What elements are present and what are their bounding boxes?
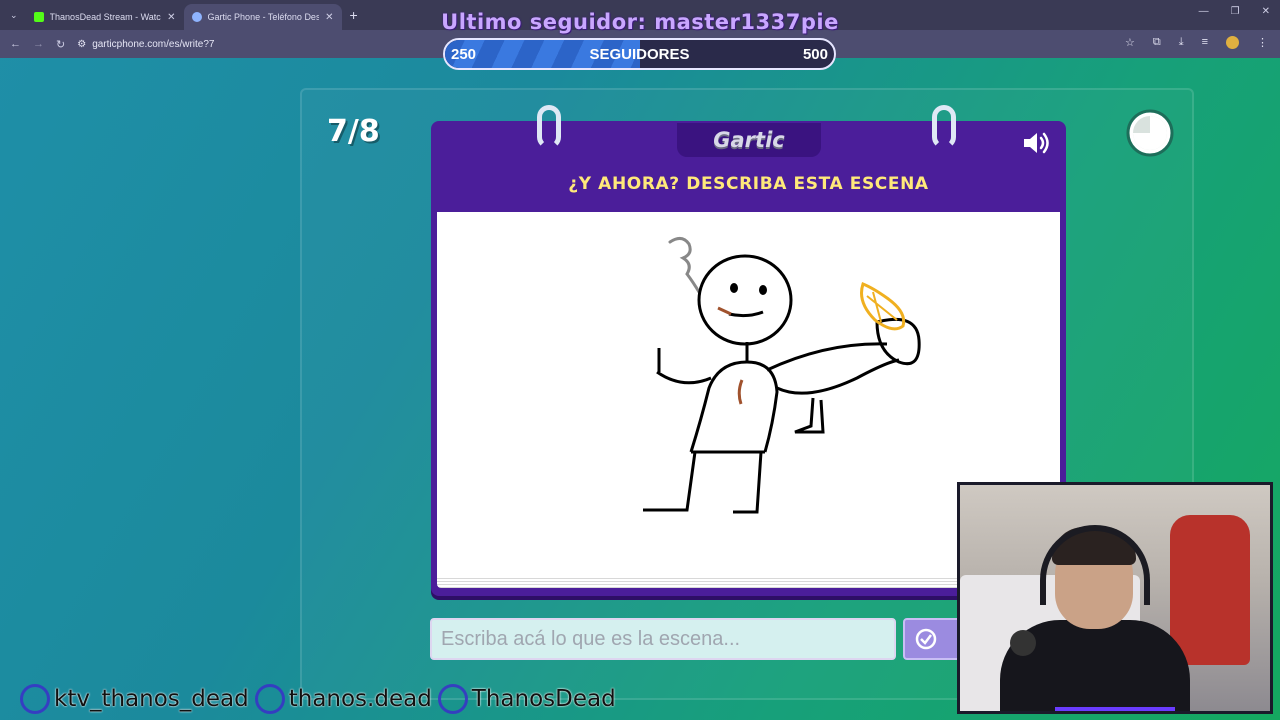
- follower-goal: 500: [802, 45, 828, 63]
- twitch-icon: [437, 684, 468, 714]
- scene-description-input[interactable]: [430, 618, 896, 660]
- last-follower-text: Ultimo seguidor: master1337pie: [441, 10, 839, 34]
- social-handles: ktv_thanos_dead thanos.dead ThanosDead: [20, 684, 616, 714]
- download-icon[interactable]: ⤓: [1179, 36, 1184, 49]
- webcam-chair: [1170, 515, 1250, 665]
- menu-icon[interactable]: ⋮: [1257, 36, 1268, 49]
- follower-goal-bar: 250 SEGUIDORES 500: [443, 38, 836, 70]
- social-twitch: ThanosDead: [437, 684, 616, 714]
- binder-ring-right-icon: [932, 105, 956, 149]
- kick-icon: [20, 684, 50, 714]
- site-info-icon[interactable]: ⚙: [77, 39, 86, 50]
- browser-toolbar-icons: ☆ ⧉ ⤓ ≡ ⋮: [1125, 36, 1268, 49]
- bookmark-star-icon[interactable]: ☆: [1125, 36, 1135, 49]
- social-tiktok: thanos.dead: [254, 684, 432, 714]
- gartic-logo: Gartic: [677, 123, 821, 157]
- speaker-icon[interactable]: [1022, 131, 1052, 155]
- check-icon: [915, 628, 937, 650]
- webcam-feed: [957, 482, 1273, 714]
- url-field[interactable]: ⚙ garticphone.com/es/write?7: [77, 39, 214, 50]
- round-counter: 7/8: [327, 114, 380, 149]
- reading-list-icon[interactable]: ≡: [1202, 36, 1208, 49]
- back-icon[interactable]: ←: [10, 38, 21, 50]
- tiktok-icon: [254, 684, 285, 714]
- prompt-text: ¿Y AHORA? DESCRIBA ESTA ESCENA: [568, 174, 929, 194]
- url-text: garticphone.com/es/write?7: [92, 38, 215, 50]
- microphone-icon: [1010, 630, 1036, 656]
- forward-icon[interactable]: →: [33, 38, 44, 50]
- follower-current: 250: [451, 45, 477, 63]
- social-kick: ktv_thanos_dead: [20, 684, 249, 714]
- social-handle-text: thanos.dead: [288, 686, 432, 712]
- social-handle-text: ktv_thanos_dead: [54, 686, 249, 712]
- timer-icon: [1126, 109, 1174, 157]
- done-button[interactable]: [903, 618, 963, 660]
- follower-label: SEGUIDORES: [589, 45, 690, 63]
- social-handle-text: ThanosDead: [471, 686, 616, 712]
- binder-ring-left-icon: [537, 105, 561, 149]
- extensions-icon[interactable]: ⧉: [1153, 36, 1161, 49]
- webcam-accent-bar: [1055, 707, 1175, 711]
- profile-avatar[interactable]: [1226, 36, 1239, 49]
- reload-icon[interactable]: ↻: [56, 38, 65, 51]
